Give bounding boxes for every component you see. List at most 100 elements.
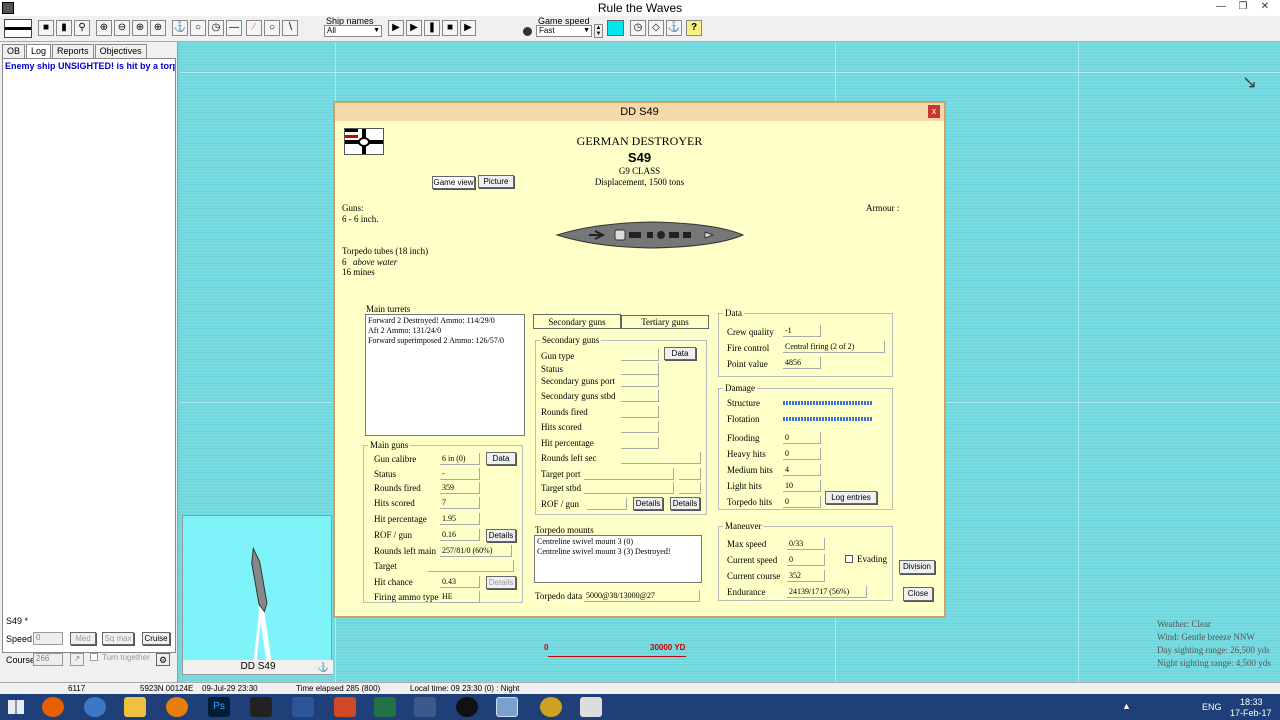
clock-icon[interactable]: ◷ <box>208 20 224 36</box>
division-button[interactable]: Division <box>899 560 935 574</box>
helmet-icon[interactable] <box>540 697 562 717</box>
evading-checkbox[interactable] <box>845 555 853 563</box>
photoshop-icon[interactable]: Ps <box>208 697 230 717</box>
status-date: 09-Jul-29 23:30 <box>202 684 258 693</box>
ship-icon[interactable]: ⚓ <box>666 20 682 36</box>
start-icon[interactable] <box>8 700 24 714</box>
anchor-icon[interactable]: ⚓ <box>318 662 329 673</box>
structure-bar <box>783 401 873 405</box>
main-gun-data-button[interactable]: Data <box>486 452 516 465</box>
anchor-icon[interactable]: ⚓ <box>172 20 188 36</box>
blender-icon[interactable] <box>166 697 188 717</box>
powerpoint-icon[interactable] <box>334 697 356 717</box>
log-entries-button[interactable]: Log entries <box>825 491 877 504</box>
course-input[interactable]: 266 <box>33 653 63 666</box>
dialog-close-button[interactable]: x <box>928 105 940 118</box>
stop-icon[interactable]: ■ <box>442 20 458 36</box>
ship-heading-arrow-icon[interactable]: ↘ <box>1242 72 1257 93</box>
report-icon[interactable]: ▮ <box>56 20 72 36</box>
rule-the-waves-icon[interactable] <box>496 697 518 717</box>
main-turrets-list[interactable]: Forward 2 Destroyed! Ammo: 114/29/0 Aft … <box>365 314 525 436</box>
zoom-in-icon[interactable]: ⊕ <box>96 20 112 36</box>
secondary-details-button-2[interactable]: Details <box>670 497 700 510</box>
tray-time[interactable]: 18:33 <box>1240 697 1263 707</box>
tab-tertiary-guns[interactable]: Tertiary guns <box>621 315 709 329</box>
med-button[interactable]: Med <box>70 632 96 645</box>
speed-spinner[interactable]: ▲ ▼ <box>594 24 603 38</box>
tray-date[interactable]: 17-Feb-17 <box>1230 708 1272 718</box>
sec-stbd-value <box>621 390 659 402</box>
log-list[interactable]: Enemy ship UNSIGHTED! is hit by a torped <box>2 58 176 653</box>
pencil-icon[interactable]: ∖ <box>282 20 298 36</box>
main-gun-details-button[interactable]: Details <box>486 529 516 542</box>
torpedo-mounts-list[interactable]: Centreline swivel mount 3 (0) Centreline… <box>534 535 702 583</box>
list-item[interactable]: Aft 2 Ammo: 131/24/0 <box>368 326 522 336</box>
zoom-fit-icon[interactable]: ⊕ <box>132 20 148 36</box>
sq-max-button[interactable]: Sq max <box>102 632 134 645</box>
word-icon[interactable] <box>292 697 314 717</box>
inkscape-icon[interactable] <box>250 697 272 717</box>
flag-icon[interactable] <box>4 19 32 38</box>
thunderbird-icon[interactable] <box>84 697 106 717</box>
list-item[interactable]: Forward superimposed 2 Ammo: 126/57/0 <box>368 336 522 346</box>
log-entry[interactable]: Enemy ship UNSIGHTED! is hit by a torped <box>3 59 175 73</box>
secondary-data-button[interactable]: Data <box>664 347 696 360</box>
range-line-icon[interactable]: ∕ <box>246 20 262 36</box>
zoom-out-icon[interactable]: ⊖ <box>114 20 130 36</box>
hit-chance-label: Hit chance <box>374 577 413 587</box>
hit-chance-details-button[interactable]: Details <box>486 576 516 589</box>
tab-log[interactable]: Log <box>26 44 52 58</box>
excel-icon[interactable] <box>374 697 396 717</box>
app-window-icon[interactable] <box>580 697 602 717</box>
list-item[interactable]: Centreline swivel mount 3 (3) Destroyed! <box>537 547 699 557</box>
find-icon[interactable]: ⚲ <box>74 20 90 36</box>
game-speed-select[interactable]: Fast ▼ <box>536 25 592 37</box>
line-icon[interactable]: — <box>226 20 242 36</box>
tab-reports[interactable]: Reports <box>52 44 94 58</box>
list-item[interactable]: Forward 2 Destroyed! Ammo: 114/29/0 <box>368 316 522 326</box>
ship-minimap[interactable]: DD S49 ⚓ <box>182 515 333 675</box>
end-icon[interactable]: ▶ <box>460 20 476 36</box>
rof-label: ROF / gun <box>374 530 413 540</box>
folder-icon[interactable] <box>124 697 146 717</box>
color-swatch[interactable] <box>607 20 624 36</box>
close-window-button[interactable]: ✕ <box>1254 0 1276 14</box>
anchor-app-icon[interactable] <box>414 697 436 717</box>
step-icon[interactable]: ▶ <box>406 20 422 36</box>
play-icon[interactable]: ▶ <box>388 20 404 36</box>
list-item[interactable]: Centreline swivel mount 3 (0) <box>537 537 699 547</box>
help-button[interactable]: ? <box>686 20 702 36</box>
secondary-details-button[interactable]: Details <box>633 497 663 510</box>
tray-language[interactable]: ENG <box>1202 702 1222 712</box>
minimize-button[interactable]: — <box>1210 0 1232 14</box>
torpedo-icon[interactable]: ○ <box>264 20 280 36</box>
speed-input[interactable]: 0 <box>33 632 63 645</box>
ship-nation: GERMAN DESTROYER <box>576 134 703 148</box>
diamond-icon[interactable]: ◇ <box>648 20 664 36</box>
restore-button[interactable]: ❐ <box>1232 0 1254 14</box>
tab-ob[interactable]: OB <box>2 44 26 58</box>
settings-icon[interactable]: ⚙ <box>156 653 170 666</box>
pause-icon[interactable]: ❚ <box>424 20 440 36</box>
record-icon[interactable] <box>523 27 532 36</box>
zoom-ship-icon[interactable]: ⊕ <box>150 20 166 36</box>
sec-rounds-fired-value <box>621 406 659 418</box>
tab-game-view[interactable]: Game view <box>432 176 475 189</box>
turn-together-checkbox[interactable] <box>90 653 98 661</box>
save-icon[interactable]: ■ <box>38 20 54 36</box>
alarm-icon[interactable]: ◷ <box>630 20 646 36</box>
status-elapsed: Time elapsed 285 (800) <box>296 684 381 693</box>
circle-icon[interactable]: ○ <box>190 20 206 36</box>
tab-secondary-guns[interactable]: Secondary guns <box>533 314 621 329</box>
cruise-button[interactable]: Cruise <box>142 632 170 645</box>
tab-picture[interactable]: Picture <box>478 175 514 188</box>
close-button[interactable]: Close <box>903 587 933 601</box>
steam-icon[interactable] <box>456 697 478 717</box>
ship-names-select[interactable]: All ▼ <box>324 25 382 37</box>
turn-icon[interactable]: ↗ <box>70 653 84 666</box>
firefox-icon[interactable] <box>42 697 64 717</box>
tab-objectives[interactable]: Objectives <box>94 44 147 58</box>
tray-chevron-icon[interactable]: ▲ <box>1122 701 1131 711</box>
torpedo-mounts-title: Torpedo mounts <box>535 525 594 535</box>
sec-status-label: Status <box>541 364 564 374</box>
